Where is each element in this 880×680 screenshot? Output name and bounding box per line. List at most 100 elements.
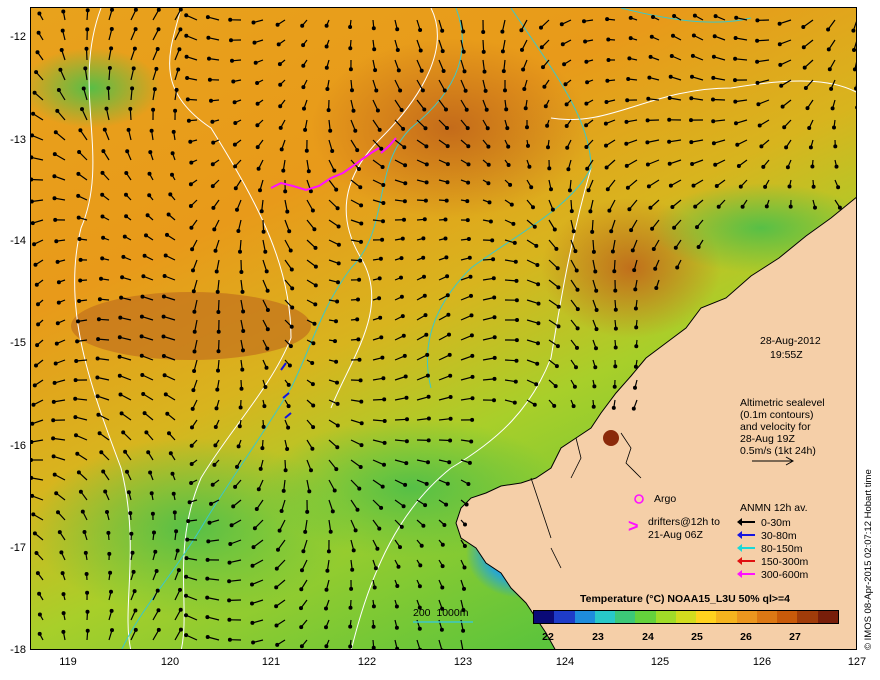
velocity-arrow-head xyxy=(274,604,279,609)
velocity-arrow-head xyxy=(301,43,306,48)
velocity-arrow-head xyxy=(505,126,510,131)
velocity-arrow-head xyxy=(831,125,836,130)
velocity-arrow-head xyxy=(210,162,215,167)
velocity-arrow-head xyxy=(205,595,210,600)
velocity-arrow-head xyxy=(83,550,88,555)
argo-label: Argo xyxy=(654,493,677,505)
velocity-arrow-head xyxy=(149,128,154,133)
velocity-arrow-head xyxy=(581,19,586,24)
velocity-arrow-head xyxy=(382,462,387,467)
velocity-arrow-head xyxy=(417,626,422,631)
velocity-arrow-head xyxy=(36,30,41,35)
velocity-arrow-head xyxy=(73,378,78,383)
velocity-arrow-head xyxy=(122,234,127,239)
velocity-arrow-head xyxy=(613,364,618,369)
velocity-arrow-head xyxy=(423,313,428,318)
velocity-arrow-head xyxy=(399,275,404,280)
velocity-arrow-head xyxy=(756,102,761,107)
velocity-arrow-head xyxy=(629,228,634,233)
velocity-arrow-head xyxy=(211,140,216,145)
velocity-arrow-head xyxy=(358,258,363,263)
velocity-arrow-head xyxy=(251,20,256,25)
velocity-arrow-head xyxy=(61,611,66,616)
velocity-arrow-head xyxy=(573,249,578,254)
velocity-arrow-head xyxy=(351,548,356,553)
velocity-arrow-head xyxy=(75,339,80,344)
velocity-arrow-head xyxy=(447,352,452,357)
velocity-arrow-head xyxy=(274,566,279,571)
anmn-legend-label: 150-300m xyxy=(761,556,809,568)
velocity-arrow-head xyxy=(119,295,124,300)
velocity-arrow-head xyxy=(403,181,408,186)
velocity-arrow-head xyxy=(542,84,547,89)
velocity-arrow-head xyxy=(852,67,856,72)
velocity-arrow-head xyxy=(139,334,144,339)
velocity-arrow-head xyxy=(130,86,135,91)
velocity-arrow-head xyxy=(802,65,807,70)
velocity-arrow-head xyxy=(626,76,631,81)
velocity-arrow-head xyxy=(334,187,339,192)
velocity-arrow-head xyxy=(399,256,404,261)
velocity-arrow-head xyxy=(667,161,672,166)
velocity-arrow-head xyxy=(803,85,808,90)
velocity-arrow-head xyxy=(486,181,491,186)
velocity-arrow-head xyxy=(565,145,570,150)
velocity-arrow-head xyxy=(237,424,242,429)
velocity-arrow-head xyxy=(424,180,429,185)
velocity-arrow-head xyxy=(171,129,176,134)
velocity-arrow-head xyxy=(572,384,577,389)
velocity-arrow-head xyxy=(188,139,193,144)
velocity-arrow-head xyxy=(421,523,426,528)
velocity-arrow-head xyxy=(162,373,167,378)
velocity-arrow-head xyxy=(58,67,63,72)
velocity-arrow-head xyxy=(562,62,567,67)
velocity-arrow-head xyxy=(281,168,286,173)
velocity-arrow-head xyxy=(36,322,41,327)
velocity-arrow-head xyxy=(464,107,469,112)
velocity-arrow-head xyxy=(308,189,313,194)
colorbar-tick: 22 xyxy=(542,631,554,643)
velocity-arrow-head xyxy=(396,564,401,569)
velocity-arrow-head xyxy=(556,304,561,309)
velocity-arrow-head xyxy=(128,106,133,111)
velocity-arrow-head xyxy=(32,531,37,536)
velocity-arrow-head xyxy=(826,47,831,52)
velocity-arrow-head xyxy=(693,204,698,209)
velocity-arrow-head xyxy=(628,36,633,41)
velocity-arrow-head xyxy=(102,127,107,132)
velocity-arrow-head xyxy=(229,523,234,528)
velocity-arrow-head xyxy=(255,145,260,150)
velocity-arrow-head xyxy=(688,118,693,123)
velocity-arrow-head xyxy=(96,317,101,322)
velocity-arrow-head xyxy=(740,204,745,209)
velocity-arrow-head xyxy=(184,574,189,579)
velocity-arrow-head xyxy=(139,353,144,358)
velocity-arrow-head xyxy=(150,511,155,516)
velocity-arrow-head xyxy=(52,380,57,385)
velocity-arrow-head xyxy=(536,341,541,346)
velocity-arrow-head xyxy=(37,631,42,636)
anmn-legend-row: 0-30m xyxy=(737,517,791,529)
velocity-arrow-head xyxy=(133,27,138,32)
velocity-arrow-head xyxy=(188,204,193,209)
velocity-arrow-head xyxy=(235,464,240,469)
velocity-arrow-head xyxy=(648,54,653,59)
velocity-arrow-head xyxy=(418,28,423,33)
velocity-arrow-head xyxy=(239,386,244,391)
velocity-arrow-head xyxy=(191,268,196,273)
velocity-arrow-head xyxy=(250,620,255,625)
velocity-arrow-head xyxy=(358,185,363,190)
velocity-arrow-head xyxy=(531,205,536,210)
velocity-arrow-head xyxy=(78,489,83,494)
velocity-arrow-head xyxy=(584,101,589,106)
longitude-label: 119 xyxy=(59,656,77,668)
sst-map[interactable] xyxy=(30,7,857,650)
velocity-arrow-head xyxy=(667,117,672,122)
velocity-arrow-head xyxy=(73,415,78,420)
velocity-arrow-head xyxy=(506,144,511,149)
velocity-arrow-head xyxy=(210,119,215,124)
velocity-arrow-head xyxy=(353,528,358,533)
anmn-legend-row: 300-600m xyxy=(737,569,808,581)
velocity-arrow-head xyxy=(106,530,111,535)
velocity-arrow-head xyxy=(73,396,78,401)
